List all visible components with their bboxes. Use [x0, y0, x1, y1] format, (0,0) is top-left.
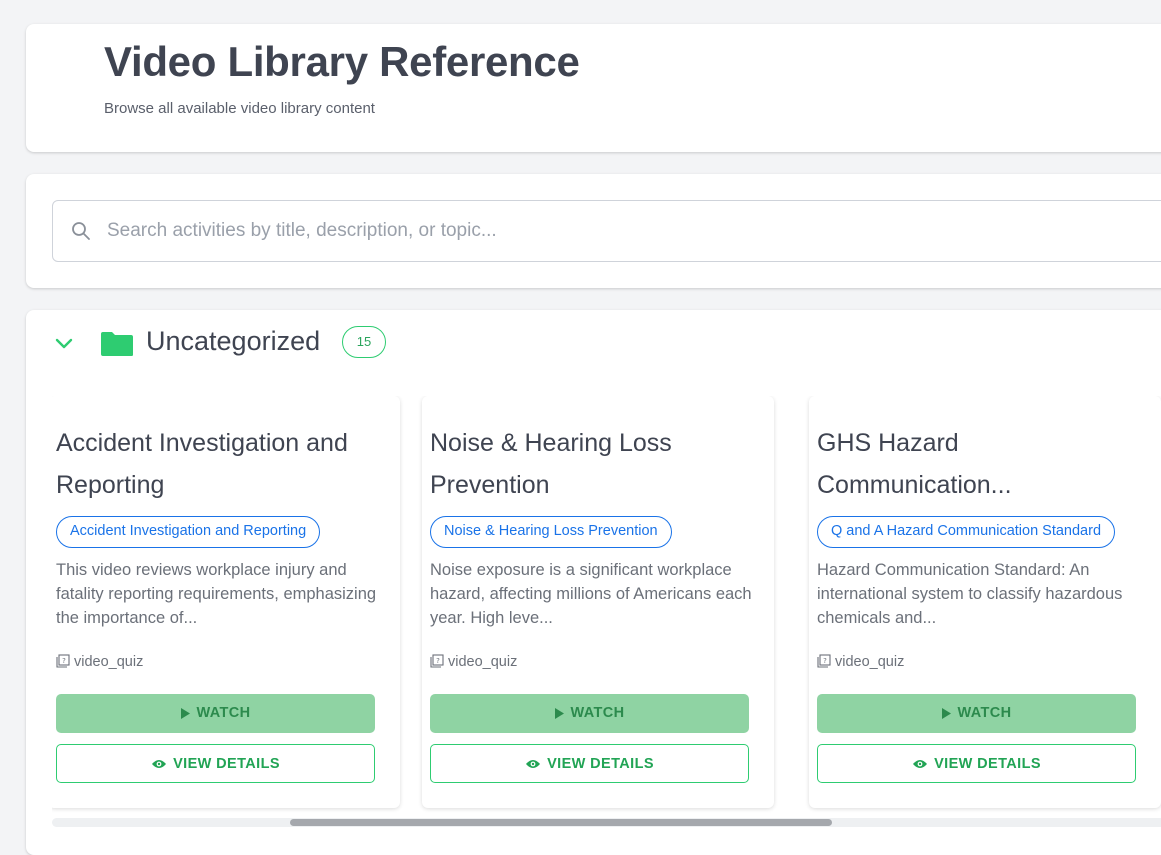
play-icon: [555, 708, 565, 719]
page: Video Library Reference Browse all avail…: [0, 0, 1161, 855]
watch-button[interactable]: WATCH: [430, 694, 749, 733]
play-icon: [942, 708, 952, 719]
view-details-button-label: VIEW DETAILS: [173, 755, 280, 772]
folder-icon: [101, 332, 133, 356]
card-description: This video reviews workplace injury and …: [56, 561, 377, 627]
chevron-down-icon[interactable]: [54, 334, 74, 354]
cards-carousel[interactable]: Accident Investigation and Reporting Acc…: [52, 396, 1161, 814]
topic-tag[interactable]: Q and A Hazard Communication Standard: [817, 516, 1116, 548]
watch-button-label: WATCH: [957, 705, 1012, 721]
search-panel: [26, 174, 1161, 288]
view-details-button[interactable]: VIEW DETAILS: [817, 744, 1136, 783]
page-header: Video Library Reference Browse all avail…: [26, 24, 1161, 152]
activity-type: ? video_quiz: [56, 654, 143, 670]
card-description: Hazard Communication Standard: An intern…: [817, 561, 1123, 627]
card-description: Noise exposure is a significant workplac…: [430, 561, 752, 627]
view-details-button-label: VIEW DETAILS: [547, 755, 654, 772]
topic-tag[interactable]: Accident Investigation and Reporting: [56, 516, 321, 548]
video-card: GHS Hazard Communication... Q and A Haza…: [809, 396, 1161, 808]
card-title: GHS Hazard Communication...: [817, 429, 1012, 499]
svg-text:?: ?: [823, 657, 827, 665]
watch-button[interactable]: WATCH: [817, 694, 1136, 733]
quiz-icon: ?: [430, 654, 444, 668]
topic-tag[interactable]: Noise & Hearing Loss Prevention: [430, 516, 672, 548]
search-box[interactable]: [52, 200, 1161, 262]
activity-type-label: video_quiz: [74, 654, 144, 670]
video-card: Accident Investigation and Reporting Acc…: [52, 396, 400, 808]
scrollbar-thumb[interactable]: [290, 819, 832, 826]
quiz-icon: ?: [817, 654, 831, 668]
view-details-button[interactable]: VIEW DETAILS: [430, 744, 749, 783]
page-subtitle: Browse all available video library conte…: [104, 100, 375, 117]
horizontal-scrollbar[interactable]: [52, 818, 1161, 827]
eye-icon: [526, 759, 541, 768]
eye-icon: [152, 759, 167, 768]
watch-button[interactable]: WATCH: [56, 694, 375, 733]
activity-type: ? video_quiz: [817, 654, 904, 670]
activity-type-label: video_quiz: [835, 654, 905, 670]
view-details-button-label: VIEW DETAILS: [934, 755, 1041, 772]
category-section: Uncategorized 15 Accident Investigation …: [26, 310, 1161, 855]
activity-type: ? video_quiz: [430, 654, 517, 670]
category-count-badge: 15: [342, 326, 386, 358]
svg-text:?: ?: [436, 657, 440, 665]
category-title: Uncategorized: [146, 326, 321, 356]
category-header[interactable]: Uncategorized 15: [52, 324, 452, 364]
video-card: Noise & Hearing Loss Prevention Noise & …: [422, 396, 774, 808]
play-icon: [181, 708, 191, 719]
svg-text:?: ?: [62, 657, 66, 665]
watch-button-label: WATCH: [570, 705, 625, 721]
card-title: Accident Investigation and Reporting: [56, 429, 348, 499]
card-title: Noise & Hearing Loss Prevention: [430, 429, 672, 499]
view-details-button[interactable]: VIEW DETAILS: [56, 744, 375, 783]
page-title: Video Library Reference: [104, 38, 580, 85]
search-input[interactable]: [107, 211, 1147, 251]
quiz-icon: ?: [56, 654, 70, 668]
watch-button-label: WATCH: [196, 705, 251, 721]
activity-type-label: video_quiz: [448, 654, 518, 670]
eye-icon: [913, 759, 928, 768]
search-icon: [72, 222, 90, 240]
